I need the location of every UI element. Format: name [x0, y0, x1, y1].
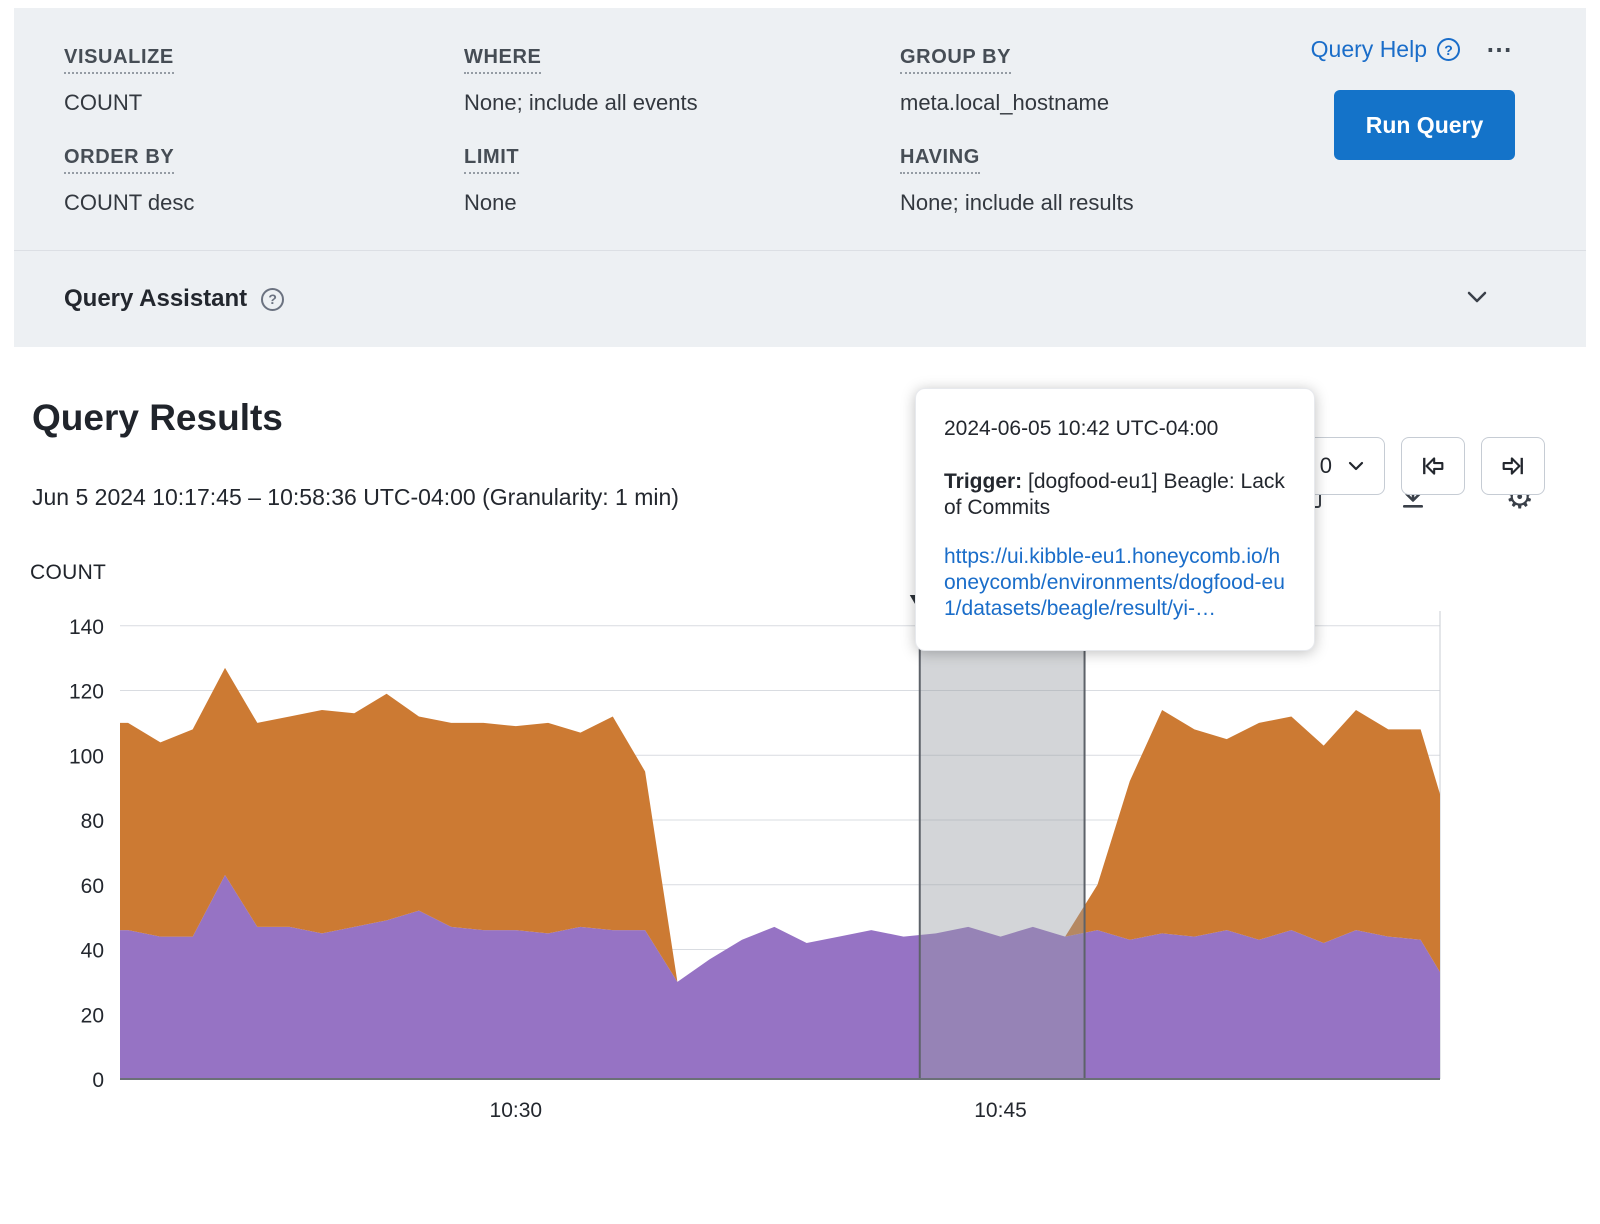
group-by-label: GROUP BY	[900, 46, 1011, 74]
y-tick-label: 60	[81, 875, 104, 898]
chart-title: COUNT	[30, 561, 1600, 585]
where-label: WHERE	[464, 46, 541, 74]
overflow-menu-button[interactable]: ⋯	[1486, 34, 1514, 65]
chart-tooltip: 2024-06-05 10:42 UTC-04:00 Trigger: [dog…	[915, 388, 1315, 651]
help-icon: ?	[1437, 38, 1460, 61]
query-field-having: HAVING None; include all results	[900, 146, 1306, 216]
query-field-limit: LIMIT None	[464, 146, 900, 216]
y-tick-label: 20	[81, 1004, 104, 1027]
y-tick-label: 120	[69, 681, 104, 704]
query-assistant-title: Query Assistant	[64, 285, 247, 313]
y-tick-label: 80	[81, 810, 104, 833]
previous-result-button[interactable]	[1401, 437, 1465, 495]
query-help-label: Query Help	[1311, 36, 1427, 63]
limit-label: LIMIT	[464, 146, 519, 174]
y-tick-label: 40	[81, 940, 104, 963]
query-field-where: WHERE None; include all events	[464, 46, 900, 116]
query-field-order-by: ORDER BY COUNT desc	[64, 146, 464, 216]
result-count-value: 0	[1320, 453, 1332, 479]
count-chart[interactable]: 0 20 40 60 80 100 120 140 10:30 10:45	[0, 591, 1600, 1147]
x-tick-label: 10:45	[974, 1099, 1027, 1122]
builder-top-right: Query Help ? ⋯	[1311, 34, 1514, 65]
skip-previous-icon	[1419, 452, 1447, 480]
limit-value[interactable]: None	[464, 190, 900, 216]
y-tick-label: 100	[69, 745, 104, 768]
selection-band[interactable]	[920, 611, 1085, 1079]
page-title: Query Results	[32, 397, 1600, 439]
visualize-label: VISUALIZE	[64, 46, 174, 74]
next-result-button[interactable]	[1481, 437, 1545, 495]
assistant-help-icon: ?	[261, 288, 284, 311]
group-by-value[interactable]: meta.local_hostname	[900, 90, 1306, 116]
y-tick-label: 140	[69, 616, 104, 639]
chevron-down-icon[interactable]	[1464, 284, 1490, 315]
visualize-value[interactable]: COUNT	[64, 90, 464, 116]
query-field-group-by: GROUP BY meta.local_hostname	[900, 46, 1306, 116]
query-help-link[interactable]: Query Help ?	[1311, 36, 1460, 63]
having-value[interactable]: None; include all results	[900, 190, 1306, 216]
tooltip-trigger-label: Trigger:	[944, 470, 1022, 493]
order-by-value[interactable]: COUNT desc	[64, 190, 464, 216]
time-range-label: Jun 5 2024 10:17:45 – 10:58:36 UTC-04:00…	[32, 484, 679, 511]
having-label: HAVING	[900, 146, 980, 174]
tooltip-link[interactable]: https://ui.kibble-eu1.honeycomb.io/honey…	[944, 544, 1286, 622]
honeycomb-query-page: VISUALIZE COUNT WHERE None; include all …	[0, 0, 1600, 1224]
tooltip-trigger: Trigger: [dogfood-eu1] Beagle: Lack of C…	[944, 469, 1286, 522]
chevron-down-icon	[1346, 456, 1366, 476]
x-tick-label: 10:30	[490, 1099, 543, 1122]
y-tick-label: 0	[92, 1069, 104, 1092]
where-value[interactable]: None; include all events	[464, 90, 900, 116]
skip-next-icon	[1499, 452, 1527, 480]
query-field-visualize: VISUALIZE COUNT	[64, 46, 464, 116]
run-query-button[interactable]: Run Query	[1334, 90, 1515, 160]
query-assistant-bar[interactable]: Query Assistant ?	[14, 250, 1586, 347]
query-builder-panel: VISUALIZE COUNT WHERE None; include all …	[14, 8, 1586, 250]
chart-container: 0 20 40 60 80 100 120 140 10:30 10:45	[0, 591, 1600, 1152]
tooltip-timestamp: 2024-06-05 10:42 UTC-04:00	[944, 417, 1286, 441]
order-by-label: ORDER BY	[64, 146, 174, 174]
